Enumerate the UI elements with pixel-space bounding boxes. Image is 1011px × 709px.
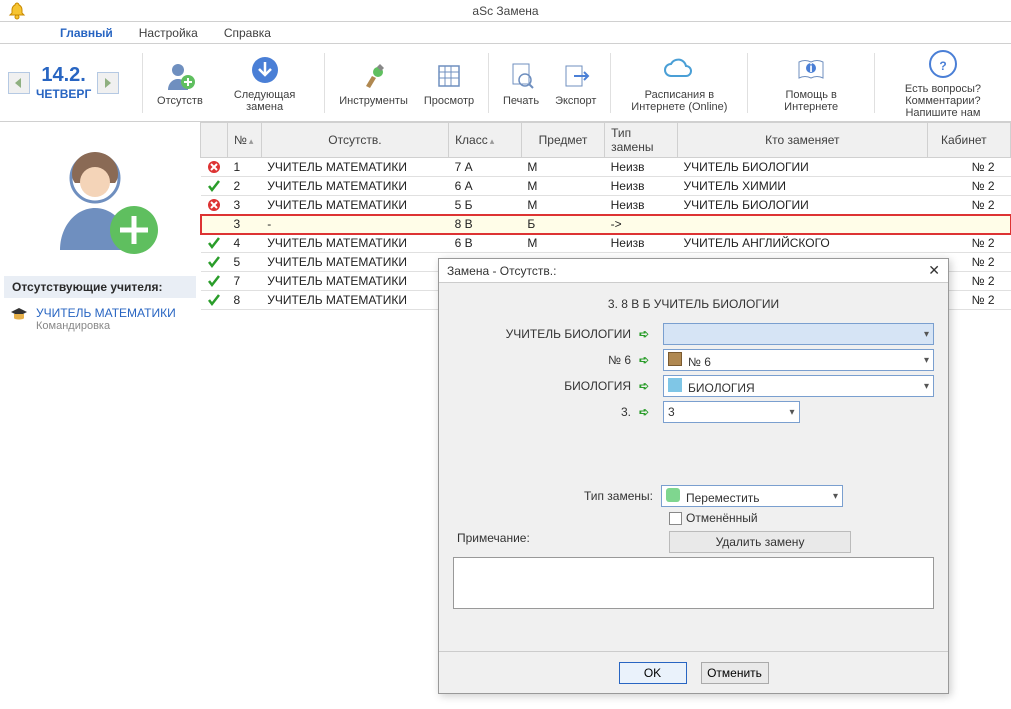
ribbon: 14.2. ЧЕТВЕРГ Отсутств Следующая замена … xyxy=(0,44,1011,122)
chevron-down-icon: ▾ xyxy=(833,491,838,502)
status-icon xyxy=(201,215,228,234)
date-block: 14.2. ЧЕТВЕРГ xyxy=(8,64,134,101)
next-day-button[interactable] xyxy=(97,72,119,94)
status-icon xyxy=(201,291,228,310)
help-net-button[interactable]: i Помощь в Интернете xyxy=(756,51,866,115)
view-button[interactable]: Просмотр xyxy=(418,57,480,109)
export-button[interactable]: Экспорт xyxy=(549,57,602,109)
arrow-right-icon: ➪ xyxy=(639,327,655,341)
book-info-icon: i xyxy=(795,53,827,87)
menu-main[interactable]: Главный xyxy=(56,24,117,42)
status-icon xyxy=(201,272,228,291)
status-icon xyxy=(201,177,228,196)
absent-teacher-name: УЧИТЕЛЬ МАТЕМАТИКИ xyxy=(36,306,176,320)
dialog-subtitle: 3. 8 В Б УЧИТЕЛЬ БИОЛОГИИ xyxy=(453,297,934,311)
col-subject[interactable]: Предмет xyxy=(521,123,604,158)
online-button[interactable]: Расписания в Интернете (Online) xyxy=(619,51,739,115)
note-textarea[interactable] xyxy=(453,557,934,609)
cloud-icon xyxy=(661,53,697,87)
question-circle-icon: ? xyxy=(927,47,959,81)
sidebar: Отсутствующие учителя: УЧИТЕЛЬ МАТЕМАТИК… xyxy=(0,122,200,709)
col-absent[interactable]: Отсутств. xyxy=(261,123,448,158)
door-icon xyxy=(668,352,682,366)
table-row[interactable]: 4УЧИТЕЛЬ МАТЕМАТИКИ6 ВМНеизвУЧИТЕЛЬ АНГЛ… xyxy=(201,234,1011,253)
svg-text:i: i xyxy=(810,61,813,75)
substitution-dialog: Замена - Отсутств.: ✕ 3. 8 В Б УЧИТЕЛЬ Б… xyxy=(438,258,949,694)
cancelled-checkbox[interactable] xyxy=(669,512,682,525)
subject-color-icon xyxy=(668,378,682,392)
subject-label: БИОЛОГИЯ xyxy=(453,379,631,393)
arrow-down-circle-icon xyxy=(249,53,281,87)
table-row[interactable]: 1УЧИТЕЛЬ МАТЕМАТИКИ7 АМНеизвУЧИТЕЛЬ БИОЛ… xyxy=(201,158,1011,177)
delete-button[interactable]: Удалить замену xyxy=(669,531,851,553)
period-select[interactable]: 3 ▾ xyxy=(663,401,800,423)
next-sub-button[interactable]: Следующая замена xyxy=(213,51,317,115)
ok-button[interactable]: OK xyxy=(619,662,687,684)
table-row[interactable]: 2УЧИТЕЛЬ МАТЕМАТИКИ6 АМНеизвУЧИТЕЛЬ ХИМИ… xyxy=(201,177,1011,196)
chevron-down-icon: ▾ xyxy=(789,407,794,418)
status-icon xyxy=(201,196,228,215)
subject-select[interactable]: БИОЛОГИЯ ▾ xyxy=(663,375,934,397)
menu-bar: Главный Настройка Справка xyxy=(0,22,1011,44)
questions-button[interactable]: ? Есть вопросы? Комментарии? Напишите на… xyxy=(883,45,1003,121)
table-row[interactable]: 3УЧИТЕЛЬ МАТЕМАТИКИ5 БМНеизвУЧИТЕЛЬ БИОЛ… xyxy=(201,196,1011,215)
grid-icon xyxy=(433,59,465,93)
svg-text:?: ? xyxy=(939,59,946,73)
print-icon xyxy=(505,59,537,93)
prev-day-button[interactable] xyxy=(8,72,30,94)
avatar-icon xyxy=(40,140,160,260)
cancelled-label: Отменённый xyxy=(686,511,758,525)
room-select[interactable]: № 6 ▾ xyxy=(663,349,934,371)
col-room[interactable]: Кабинет xyxy=(927,123,1010,158)
col-class[interactable]: Класс▴ xyxy=(449,123,522,158)
graduation-cap-icon xyxy=(10,306,28,324)
note-label: Примечание: xyxy=(453,531,653,545)
status-icon xyxy=(201,253,228,272)
arrow-right-icon: ➪ xyxy=(639,379,655,393)
close-icon[interactable]: ✕ xyxy=(928,262,940,279)
export-icon xyxy=(560,59,592,93)
col-replacer[interactable]: Кто заменяет xyxy=(677,123,927,158)
chevron-down-icon: ▾ xyxy=(924,329,929,340)
menu-help[interactable]: Справка xyxy=(220,24,275,42)
cancel-button[interactable]: Отменить xyxy=(701,662,769,684)
status-icon xyxy=(201,158,228,177)
chevron-down-icon: ▾ xyxy=(924,381,929,392)
col-num[interactable]: №▴ xyxy=(228,123,262,158)
arrow-right-icon: ➪ xyxy=(639,353,655,367)
print-button[interactable]: Печать xyxy=(497,57,545,109)
table-row[interactable]: 3-8 ВБ-> xyxy=(201,215,1011,234)
absent-teacher-reason: Командировка xyxy=(36,320,176,332)
teacher-select[interactable]: ▾ xyxy=(663,323,934,345)
type-label: Тип замены: xyxy=(453,489,653,503)
teacher-label: УЧИТЕЛЬ БИОЛОГИИ xyxy=(453,327,631,341)
col-type[interactable]: Тип замены xyxy=(605,123,678,158)
add-absence-avatar[interactable] xyxy=(4,130,196,276)
room-label: № 6 xyxy=(453,353,631,367)
absent-teacher-entry[interactable]: УЧИТЕЛЬ МАТЕМАТИКИ Командировка xyxy=(4,304,196,334)
move-icon xyxy=(666,488,680,502)
tools-button[interactable]: Инструменты xyxy=(333,57,414,109)
bell-icon xyxy=(6,2,28,20)
dialog-title: Замена - Отсутств.: xyxy=(447,264,556,278)
person-plus-icon xyxy=(164,59,196,93)
type-select[interactable]: Переместить ▾ xyxy=(661,485,843,507)
chevron-down-icon: ▾ xyxy=(924,355,929,366)
tools-icon xyxy=(358,59,390,93)
dialog-title-bar: Замена - Отсутств.: ✕ xyxy=(439,259,948,283)
current-date[interactable]: 14.2. ЧЕТВЕРГ xyxy=(36,64,91,101)
title-bar: aSc Замена xyxy=(0,0,1011,22)
absence-button[interactable]: Отсутств xyxy=(151,57,209,109)
menu-settings[interactable]: Настройка xyxy=(135,24,202,42)
status-icon xyxy=(201,234,228,253)
period-label: 3. xyxy=(453,405,631,419)
app-title: aSc Замена xyxy=(472,4,538,18)
arrow-right-icon: ➪ xyxy=(639,405,655,419)
sidebar-section-absent: Отсутствующие учителя: xyxy=(4,276,196,298)
